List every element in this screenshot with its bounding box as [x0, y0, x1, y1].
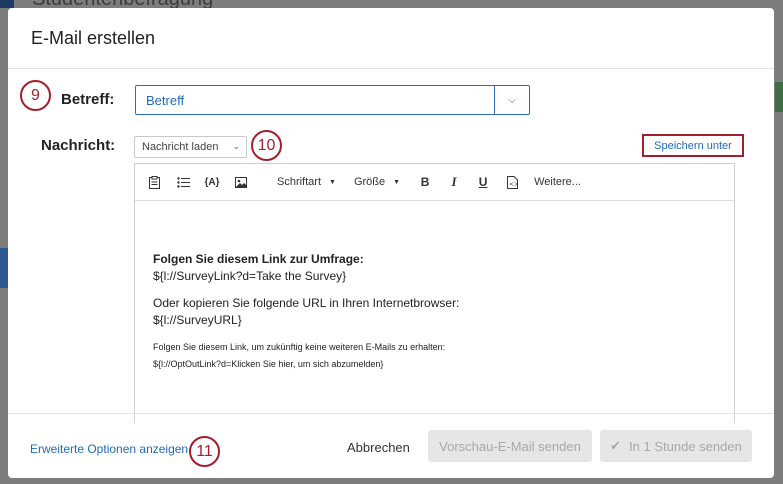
- schedule-send-button[interactable]: ✔ In 1 Stunde senden: [600, 430, 752, 462]
- checkmark-icon: ✔: [610, 438, 622, 453]
- caret-down-icon: ▼: [393, 178, 401, 186]
- save-as-label: Speichern unter: [654, 139, 732, 152]
- annotation-badge-11: 11: [189, 436, 220, 467]
- load-message-label: Nachricht laden: [142, 141, 219, 153]
- bold-button[interactable]: B: [418, 175, 432, 189]
- app-logo: [0, 0, 14, 8]
- annotation-badge-9: 9: [20, 80, 51, 111]
- schedule-send-label: In 1 Stunde senden: [629, 438, 742, 454]
- background-green-button: [775, 82, 783, 112]
- subject-value: Betreff: [146, 92, 185, 108]
- font-size-dropdown[interactable]: Größe ▼: [354, 176, 400, 188]
- cancel-button[interactable]: Abbrechen: [347, 440, 410, 455]
- load-message-dropdown[interactable]: Nachricht laden ⌄: [134, 136, 247, 158]
- more-options-button[interactable]: Weitere...: [534, 176, 581, 188]
- optout-text: Folgen Sie diesem Link, um zukünftig kei…: [153, 342, 446, 352]
- chevron-down-icon: ⌄: [232, 141, 240, 151]
- clipboard-icon[interactable]: [147, 175, 161, 189]
- font-family-label: Schriftart: [277, 176, 322, 188]
- piped-text-icon[interactable]: {A}: [205, 175, 220, 189]
- survey-url-placeholder: ${l://SurveyURL}: [153, 313, 242, 327]
- send-preview-button[interactable]: Vorschau-E-Mail senden: [428, 430, 592, 462]
- editor-content[interactable]: Folgen Sie diesem Link zur Umfrage: ${l:…: [135, 201, 734, 373]
- editor-toolbar: {A} Schriftart ▼ Größe ▼ B I U <> Weitere.…: [135, 164, 734, 201]
- message-label: Nachricht:: [41, 137, 116, 154]
- caret-down-icon: ▼: [329, 178, 336, 186]
- survey-link-placeholder: ${l://SurveyLink?d=Take the Survey}: [153, 269, 347, 283]
- annotation-badge-10: 10: [251, 130, 282, 161]
- copy-url-text: Oder kopieren Sie folgende URL in Ihren …: [153, 296, 460, 310]
- underline-button[interactable]: U: [476, 175, 490, 189]
- bulleted-list-icon[interactable]: [176, 175, 190, 189]
- chevron-down-icon[interactable]: ⌵: [494, 86, 529, 114]
- optout-link-placeholder: ${l://OptOutLink?d=Klicken Sie hier, um …: [153, 359, 384, 369]
- message-editor[interactable]: {A} Schriftart ▼ Größe ▼ B I U <> Weitere.…: [134, 163, 735, 423]
- italic-button[interactable]: I: [447, 174, 461, 189]
- image-icon[interactable]: [234, 175, 248, 189]
- dialog-header: E-Mail erstellen: [8, 8, 774, 69]
- save-as-button[interactable]: Speichern unter: [642, 134, 744, 157]
- subject-label: Betreff:: [61, 91, 115, 108]
- send-preview-label: Vorschau-E-Mail senden: [439, 438, 581, 454]
- svg-text:<>: <>: [509, 181, 518, 188]
- background-sidebar-strip: [0, 248, 8, 288]
- source-code-icon[interactable]: <>: [505, 175, 519, 189]
- advanced-options-link[interactable]: Erweiterte Optionen anzeigen: [30, 442, 188, 456]
- font-size-label: Größe: [353, 176, 386, 188]
- subject-select[interactable]: Betreff ⌵: [135, 85, 530, 115]
- dialog-title: E-Mail erstellen: [31, 27, 156, 48]
- dialog-footer: Erweiterte Optionen anzeigen 11 Abbreche…: [8, 413, 774, 478]
- create-email-dialog: E-Mail erstellen 9 Betreff: Betreff ⌵ Na…: [8, 8, 774, 478]
- font-family-dropdown[interactable]: Schriftart ▼: [277, 176, 336, 188]
- survey-link-heading: Folgen Sie diesem Link zur Umfrage:: [153, 252, 364, 266]
